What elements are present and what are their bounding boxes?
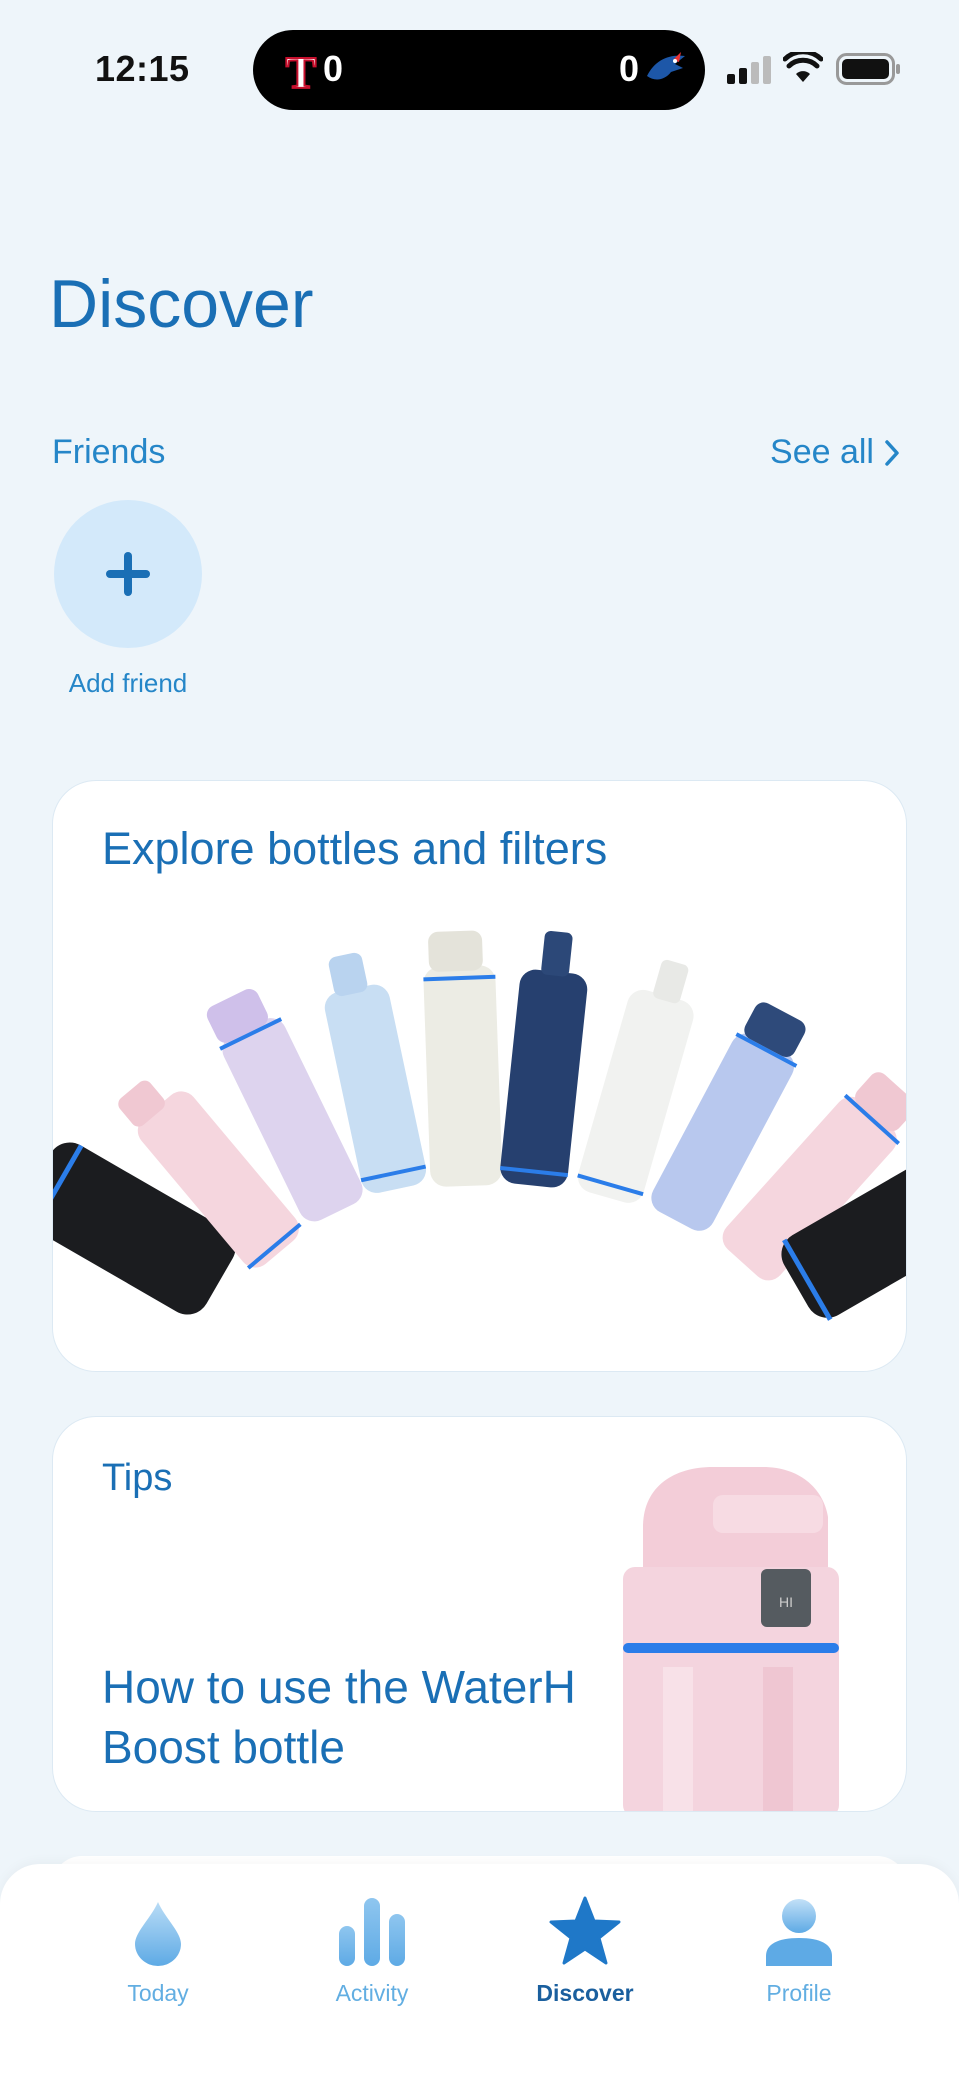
droplet-icon [135,1902,181,1966]
plus-icon [106,552,150,596]
add-friend-button[interactable] [54,500,202,648]
svg-text:T: T [286,47,317,96]
blue-jays-logo-icon [647,52,685,80]
tab-discover-label: Discover [536,1980,634,2006]
see-all-label: See all [770,433,874,471]
tips-headline: How to use the WaterH Boost bottle [102,1661,576,1773]
explore-bottles-card[interactable]: Explore bottles and filters [52,780,907,1372]
battery-icon [836,53,900,85]
tab-profile-label: Profile [766,1980,832,2006]
add-friend-label: Add friend [68,668,188,698]
live-activity-island[interactable]: T 0 0 [253,30,705,110]
tab-profile[interactable]: Profile [714,1886,884,2016]
bottles-fan-image [53,930,906,1321]
pink-bottle-image: HI HI [623,1467,839,1811]
star-icon [549,1896,621,1965]
tab-bar: Today Activity Discover Profile [0,1864,959,2084]
svg-text:HI: HI [779,1594,793,1610]
score-left: 0 [323,48,344,89]
tab-today-label: Today [127,1980,189,2006]
person-icon [766,1899,832,1966]
score-right: 0 [618,48,639,89]
see-all-link[interactable]: See all [770,433,900,472]
page-title: Discover [49,266,314,342]
tab-today[interactable]: Today [73,1886,243,2016]
friends-section-label: Friends [52,433,166,471]
explore-card-title: Explore bottles and filters [102,823,608,874]
tab-discover[interactable]: Discover [500,1886,670,2016]
tips-label: Tips [102,1457,173,1499]
rangers-logo-icon: T [285,46,318,96]
cellular-signal-icon [727,56,771,84]
tab-activity-label: Activity [335,1980,409,2006]
status-time: 12:15 [95,48,190,89]
tips-card[interactable]: Tips How to use the WaterH Boost bottle … [52,1416,907,1812]
chevron-right-icon [885,439,899,466]
bar-chart-icon [339,1898,405,1966]
tab-activity[interactable]: Activity [287,1886,457,2016]
wifi-icon [783,52,823,82]
